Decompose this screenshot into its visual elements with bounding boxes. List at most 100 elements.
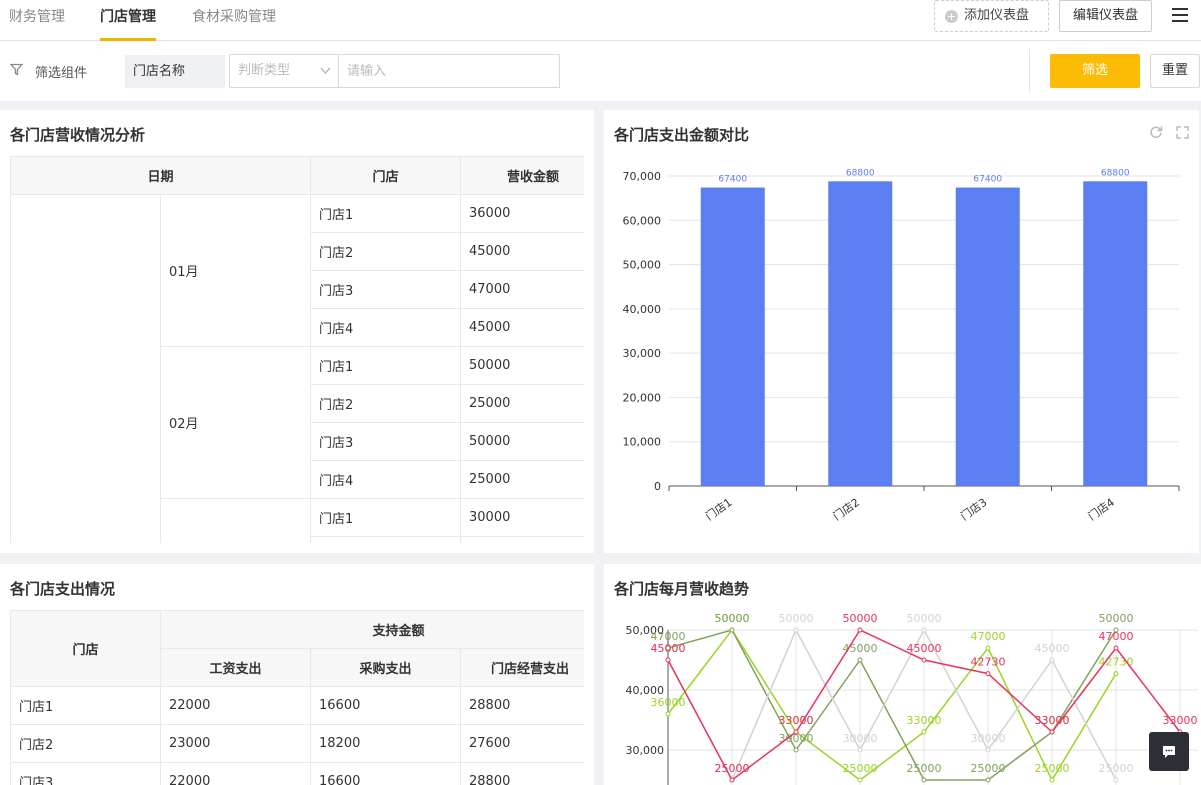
- data-point[interactable]: [793, 729, 799, 735]
- y-tick-label: 10,000: [623, 436, 662, 449]
- column-header-purchase[interactable]: 采购支出: [310, 648, 461, 687]
- data-point[interactable]: [1113, 777, 1119, 783]
- filter-icon: [10, 63, 23, 76]
- data-label: 36000: [651, 696, 686, 709]
- menu-icon[interactable]: [1172, 8, 1188, 22]
- condition-type-placeholder: 判断类型: [238, 63, 291, 78]
- bar-value-label: 68800: [1101, 168, 1130, 178]
- store-cell: 门店2: [10, 724, 161, 763]
- data-label: 33000: [1163, 714, 1198, 727]
- y-tick-label: 30,000: [626, 744, 665, 757]
- bar[interactable]: [828, 181, 893, 487]
- store-cell: 门店1: [310, 346, 462, 385]
- data-point[interactable]: [1049, 657, 1055, 663]
- tab-store-management[interactable]: 门店管理: [100, 8, 156, 41]
- data-point[interactable]: [1113, 671, 1119, 677]
- plus-icon: +: [945, 10, 958, 23]
- revenue-table-scroll[interactable]: 日期 门店 营收金额 01月 门店1 36000 门店2 45000 门店3 47000 门店…: [10, 156, 584, 543]
- x-tick-label: 门店2: [830, 495, 862, 523]
- condition-type-select[interactable]: 判断类型: [229, 54, 339, 88]
- data-label: 25000: [1035, 762, 1070, 775]
- data-point[interactable]: [857, 747, 863, 753]
- edit-dashboard-button[interactable]: 编辑仪表盘: [1059, 0, 1152, 32]
- data-point[interactable]: [921, 627, 927, 633]
- data-point[interactable]: [985, 747, 991, 753]
- data-point[interactable]: [665, 711, 671, 717]
- operating-cell: 28800: [459, 686, 584, 725]
- bar[interactable]: [1083, 181, 1148, 487]
- data-point[interactable]: [857, 777, 863, 783]
- month-cell: [159, 498, 312, 543]
- data-point[interactable]: [729, 627, 735, 633]
- data-point[interactable]: [921, 777, 927, 783]
- filter-button[interactable]: 筛选: [1050, 54, 1140, 88]
- column-header-operating[interactable]: 门店经营支出: [459, 648, 584, 687]
- add-dashboard-label: 添加仪表盘: [964, 8, 1030, 23]
- bar-value-label: 67400: [718, 175, 747, 185]
- card-title: 各门店支出情况: [10, 580, 116, 598]
- revenue-cell: [460, 536, 584, 543]
- column-header-revenue[interactable]: 营收金额: [460, 156, 584, 195]
- data-point[interactable]: [1113, 645, 1119, 651]
- data-point[interactable]: [1049, 777, 1055, 783]
- y-tick-label: 60,000: [623, 214, 662, 227]
- bar[interactable]: [700, 187, 765, 486]
- revenue-cell: 50000: [460, 422, 584, 461]
- data-point[interactable]: [985, 645, 991, 651]
- bar-value-label: 67400: [973, 175, 1002, 185]
- data-point[interactable]: [665, 657, 671, 663]
- table-row: 门店1 22000 16600 28800: [10, 686, 584, 725]
- column-header-store[interactable]: 门店: [10, 610, 161, 687]
- store-cell: 门店1: [310, 194, 462, 233]
- data-point[interactable]: [729, 777, 735, 783]
- line-chart: 50,00040,00030,0003600050000330002500033…: [626, 612, 1198, 785]
- year-cell: [10, 194, 161, 543]
- revenue-cell: 30000: [460, 498, 584, 537]
- data-point[interactable]: [921, 729, 927, 735]
- store-cell: 门店2: [310, 232, 462, 271]
- y-tick-label: 30,000: [623, 347, 662, 360]
- data-point[interactable]: [857, 627, 863, 633]
- data-label: 30000: [843, 732, 878, 745]
- tab-food-purchasing[interactable]: 食材采购管理: [192, 8, 276, 41]
- store-cell: 门店3: [310, 422, 462, 461]
- bar[interactable]: [955, 187, 1020, 486]
- data-point[interactable]: [921, 657, 927, 663]
- revenue-cell: 50000: [460, 346, 584, 385]
- filter-value-input[interactable]: [338, 54, 560, 88]
- filter-field-name: 门店名称: [125, 55, 225, 88]
- table-row: 01月 门店1 36000: [10, 194, 584, 543]
- reset-button[interactable]: 重置: [1150, 54, 1200, 88]
- data-label: 50000: [1099, 612, 1134, 625]
- data-label: 42730: [971, 656, 1006, 669]
- column-header-store[interactable]: 门店: [310, 156, 462, 195]
- revenue-cell: 45000: [460, 232, 584, 271]
- data-point[interactable]: [793, 747, 799, 753]
- expense-bar-chart-card: 各门店支出金额对比 70,000 60,000 50,000 40,000 30,000…: [604, 110, 1199, 553]
- y-tick-label: 50,000: [623, 259, 662, 272]
- salary-cell: 22000: [160, 762, 311, 785]
- chevron-down-icon: [320, 55, 331, 100]
- data-point[interactable]: [793, 627, 799, 633]
- data-label: 25000: [1099, 762, 1134, 775]
- revenue-cell: 25000: [460, 384, 584, 423]
- purchase-cell: 16600: [310, 686, 461, 725]
- column-header-salary[interactable]: 工资支出: [160, 648, 311, 687]
- tab-finance[interactable]: 财务管理: [9, 8, 65, 41]
- revenue-table: 日期 门店 营收金额 01月 门店1 36000 门店2 45000 门店3 47000 门店…: [10, 156, 584, 543]
- table-row: 门店2 23000 18200 27600: [10, 724, 584, 763]
- revenue-cell: 47000: [460, 270, 584, 309]
- column-header-date[interactable]: 日期: [10, 156, 312, 195]
- data-point[interactable]: [985, 671, 991, 677]
- add-dashboard-button[interactable]: + 添加仪表盘: [934, 0, 1049, 32]
- store-cell: 门店4: [310, 460, 462, 499]
- expense-table-scroll[interactable]: 门店 支持金额 工资支出 采购支出 门店经营支出 门店1 22000 16600 28…: [10, 610, 584, 785]
- data-label: 45000: [651, 642, 686, 655]
- data-label: 33000: [1035, 714, 1070, 727]
- operating-cell: 28800: [459, 762, 584, 785]
- data-point[interactable]: [985, 777, 991, 783]
- store-cell: 门店3: [10, 762, 161, 785]
- data-point[interactable]: [857, 657, 863, 663]
- data-point[interactable]: [1049, 729, 1055, 735]
- chat-button[interactable]: [1149, 732, 1189, 771]
